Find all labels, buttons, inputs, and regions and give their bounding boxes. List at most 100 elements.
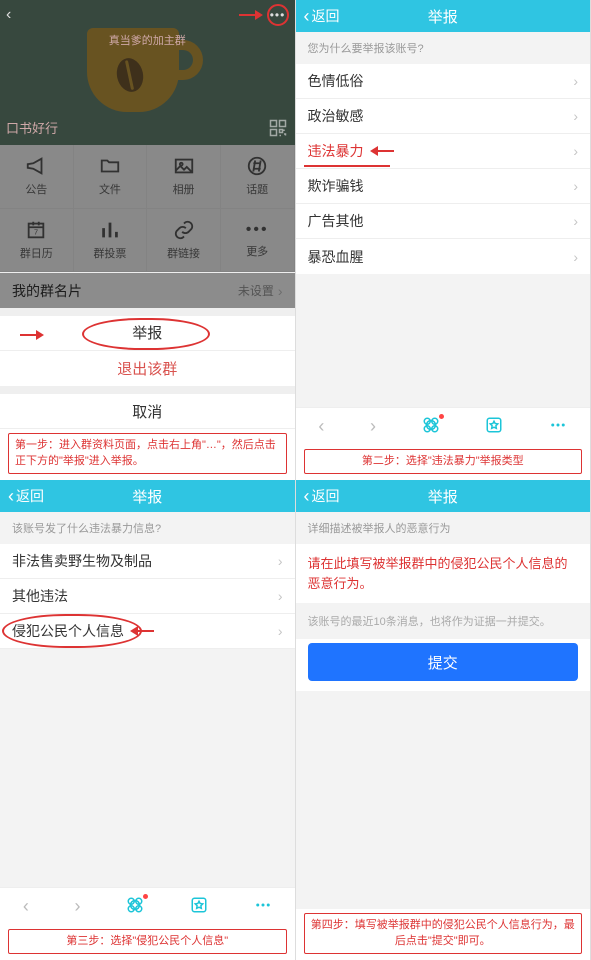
group-tools-grid: 公告 文件 相册 话题 7 群日历 群投票 xyxy=(0,145,295,272)
option-wildlife[interactable]: 非法售卖野生物及制品 › xyxy=(0,544,295,579)
group-name: 口书好行 xyxy=(6,118,58,137)
toolbar-search-icon[interactable] xyxy=(126,896,144,917)
step-3-caption: 第三步：选择"侵犯公民个人信息" xyxy=(8,929,287,954)
option-fraud[interactable]: 欺诈骗钱› xyxy=(296,169,591,204)
annotation-arrow xyxy=(130,626,154,636)
qr-icon[interactable] xyxy=(269,119,287,137)
chevron-right-icon: › xyxy=(278,588,283,604)
toolbar-more-icon[interactable] xyxy=(254,896,272,917)
navbar-report: ‹ 返回 举报 xyxy=(296,480,591,512)
chevron-right-icon: › xyxy=(278,553,283,569)
option-label: 政治敏感 xyxy=(308,106,364,126)
option-label: 非法售卖野生物及制品 xyxy=(12,551,152,571)
tool-label: 群链接 xyxy=(167,245,200,261)
option-label: 其他违法 xyxy=(12,586,68,606)
tool-album[interactable]: 相册 xyxy=(147,145,221,209)
back-icon[interactable]: ‹ xyxy=(6,6,11,24)
tool-link[interactable]: 群链接 xyxy=(147,209,221,273)
page-title: 举报 xyxy=(0,486,295,507)
tool-topics[interactable]: 话题 xyxy=(221,145,295,209)
tool-more[interactable]: ••• 更多 xyxy=(221,209,295,273)
panel-step-3: ‹ 返回 举报 该账号发了什么违法暴力信息? 非法售卖野生物及制品 › 其他违法 ›… xyxy=(0,480,296,960)
option-porn[interactable]: 色情低俗 › xyxy=(296,64,591,99)
toolbar-more-icon[interactable] xyxy=(549,416,567,437)
back-button[interactable]: ‹ 返回 xyxy=(304,6,340,27)
option-violence[interactable]: 违法暴力 › xyxy=(296,134,591,169)
notification-dot xyxy=(439,414,444,419)
tool-calendar[interactable]: 7 群日历 xyxy=(0,209,74,273)
option-label: 违法暴力 xyxy=(308,141,364,161)
option-political[interactable]: 政治敏感 › xyxy=(296,99,591,134)
option-label: 侵犯公民个人信息 xyxy=(12,621,124,641)
annotation-underline xyxy=(304,165,390,167)
my-group-card[interactable]: 我的群名片 未设置 › xyxy=(0,272,295,307)
group-banner-text: 真当爹的加主群 xyxy=(0,32,295,48)
quit-label: 退出该群 xyxy=(117,358,177,379)
chevron-right-icon: › xyxy=(573,249,578,265)
chevron-right-icon: › xyxy=(573,108,578,124)
toolbar-star-icon[interactable] xyxy=(485,416,503,437)
action-sheet-cancel[interactable]: 取消 xyxy=(0,394,295,429)
navbar-report: ‹ 返回 举报 xyxy=(0,480,295,512)
tutorial-grid: 真当爹的加主群 ‹ ••• 口书好行 公告 xyxy=(0,0,591,960)
cancel-label: 取消 xyxy=(132,401,162,422)
report-textarea[interactable]: 请在此填写被举报群中的侵犯公民个人信息的恶意行为。 xyxy=(296,544,591,603)
toolbar-search-icon[interactable] xyxy=(422,416,440,437)
page-title: 举报 xyxy=(296,6,591,27)
bottom-toolbar: ‹ › xyxy=(0,887,295,925)
tool-label: 公告 xyxy=(25,181,47,197)
report-suboptions-list: 非法售卖野生物及制品 › 其他违法 › 侵犯公民个人信息 › xyxy=(0,544,295,649)
toolbar-back-icon[interactable]: ‹ xyxy=(23,896,29,917)
toolbar-star-icon[interactable] xyxy=(190,896,208,917)
back-button[interactable]: ‹ 返回 xyxy=(8,486,44,507)
option-label: 色情低俗 xyxy=(308,71,364,91)
action-sheet-quit[interactable]: 退出该群 xyxy=(0,351,295,386)
chevron-left-icon: ‹ xyxy=(8,486,14,507)
toolbar-forward-icon[interactable]: › xyxy=(370,416,376,437)
option-label: 欺诈骗钱 xyxy=(308,176,364,196)
option-personal-info[interactable]: 侵犯公民个人信息 › xyxy=(0,614,295,649)
report-prompt: 您为什么要举报该账号? xyxy=(296,32,591,64)
annotation-arrow-report xyxy=(20,330,44,340)
navbar-report: ‹ 返回 举报 xyxy=(296,0,591,32)
more-menu-icon[interactable]: ••• xyxy=(267,4,289,26)
svg-text:7: 7 xyxy=(34,228,38,237)
step-2-caption: 第二步：选择"违法暴力"举报类型 xyxy=(304,449,583,474)
toolbar-back-icon[interactable]: ‹ xyxy=(318,416,324,437)
step-4-caption: 第四步：填写被举报群中的侵犯公民个人信息行为，最后点击"提交"即可。 xyxy=(304,913,583,954)
step-1-caption: 第一步：进入群资料页面，点击右上角"…"，然后点击正下方的"举报"进入举报。 xyxy=(8,433,287,474)
chevron-left-icon: ‹ xyxy=(304,6,310,27)
more-dots-icon: ••• xyxy=(246,221,269,239)
report-label: 举报 xyxy=(132,322,162,343)
annotation-arrow-more xyxy=(239,10,263,20)
tool-vote[interactable]: 群投票 xyxy=(74,209,148,273)
tool-announcement[interactable]: 公告 xyxy=(0,145,74,209)
option-ads[interactable]: 广告其他 › xyxy=(296,204,591,239)
page-title: 举报 xyxy=(296,486,591,507)
submit-button[interactable]: 提交 xyxy=(308,643,579,681)
action-sheet-report[interactable]: 举报 xyxy=(0,316,295,351)
back-button[interactable]: ‹ 返回 xyxy=(304,486,340,507)
chevron-right-icon: › xyxy=(278,623,283,639)
report-options-list: 色情低俗› 政治敏感› 违法暴力 › 欺诈骗钱› 广告其他› 暴恐血腥› xyxy=(296,64,591,274)
option-other-illegal[interactable]: 其他违法 › xyxy=(0,579,295,614)
chevron-left-icon: ‹ xyxy=(304,486,310,507)
panel-step-1: 真当爹的加主群 ‹ ••• 口书好行 公告 xyxy=(0,0,296,480)
tool-label: 文件 xyxy=(99,181,121,197)
option-terror[interactable]: 暴恐血腥› xyxy=(296,239,591,274)
namecard-label: 我的群名片 xyxy=(12,281,82,301)
chevron-right-icon: › xyxy=(573,143,578,159)
notification-dot xyxy=(143,894,148,899)
report-prompt: 详细描述被举报人的恶意行为 xyxy=(296,512,591,544)
chevron-right-icon: › xyxy=(573,73,578,89)
submit-label: 提交 xyxy=(428,652,458,673)
chevron-right-icon: › xyxy=(573,213,578,229)
panel-step-4: ‹ 返回 举报 详细描述被举报人的恶意行为 请在此填写被举报群中的侵犯公民个人信… xyxy=(296,480,591,960)
tool-files[interactable]: 文件 xyxy=(74,145,148,209)
option-label: 广告其他 xyxy=(308,211,364,231)
tool-label: 群日历 xyxy=(20,245,53,261)
toolbar-forward-icon[interactable]: › xyxy=(75,896,81,917)
evidence-hint: 该账号的最近10条消息，也将作为证据一并提交。 xyxy=(296,603,591,639)
report-prompt: 该账号发了什么违法暴力信息? xyxy=(0,512,295,544)
annotation-arrow xyxy=(370,146,394,156)
